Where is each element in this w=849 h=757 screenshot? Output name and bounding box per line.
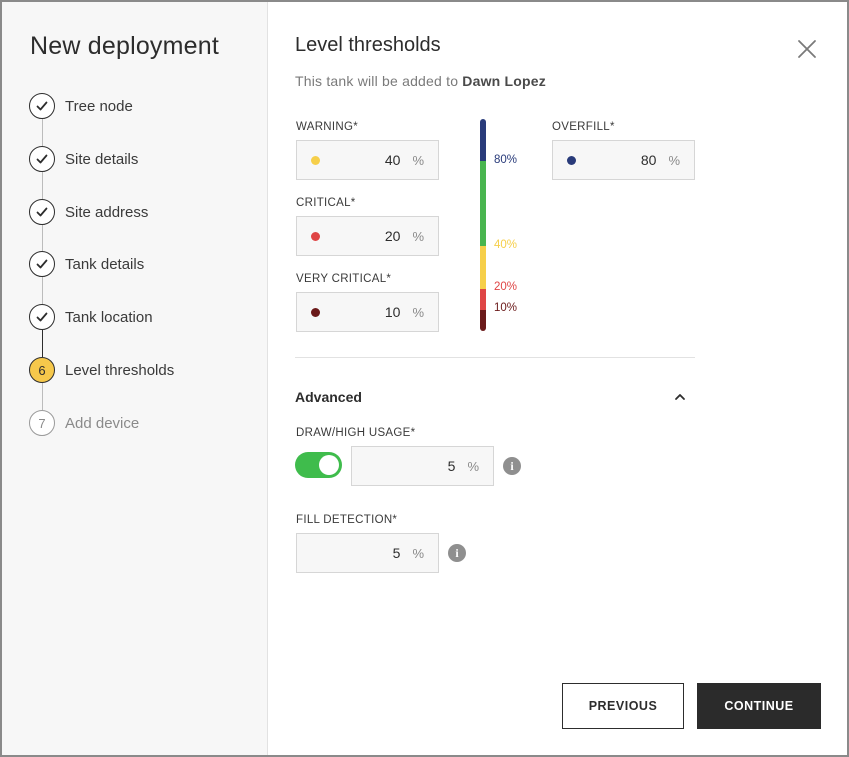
step-site-address[interactable]: Site address xyxy=(29,198,148,226)
overfill-label: OVERFILL* xyxy=(552,121,615,133)
advanced-section-title: Advanced xyxy=(295,389,362,405)
gauge-label-very-critical: 10% xyxy=(494,302,518,314)
step-tank-details[interactable]: Tank details xyxy=(29,250,144,278)
very-critical-dot xyxy=(311,307,320,317)
draw-high-usage-unit: % xyxy=(467,458,479,474)
gauge-segment-warning xyxy=(480,246,486,289)
close-icon xyxy=(798,40,816,58)
draw-high-usage-value: 5 xyxy=(447,458,456,474)
fill-detection-value: 5 xyxy=(392,545,401,561)
continue-button[interactable]: CONTINUE xyxy=(697,683,821,729)
chevron-up-icon xyxy=(675,394,685,400)
draw-high-usage-toggle[interactable] xyxy=(295,452,342,478)
step-label: Level thresholds xyxy=(65,361,175,379)
step-tree-node[interactable]: Tree node xyxy=(29,92,133,120)
previous-button[interactable]: PREVIOUS xyxy=(562,683,684,729)
step-connector xyxy=(42,383,43,410)
step-level-thresholds[interactable]: 6 Level thresholds xyxy=(29,356,174,384)
step-label: Tank location xyxy=(65,308,153,326)
subtitle-text: This tank will be added to xyxy=(295,73,459,89)
steps-sidebar: New deployment Tree node Site details Si… xyxy=(2,2,268,755)
warning-label: WARNING* xyxy=(296,121,359,133)
advanced-collapse-toggle[interactable] xyxy=(673,390,687,404)
sidebar-title: New deployment xyxy=(30,32,220,60)
warning-input[interactable]: 40 % xyxy=(296,140,439,180)
overfill-dot xyxy=(567,155,576,165)
warning-unit: % xyxy=(412,152,424,168)
step-connector xyxy=(42,277,43,304)
step-connector xyxy=(42,330,43,357)
overfill-value: 80 xyxy=(640,152,657,168)
step-label: Site details xyxy=(65,150,139,168)
overfill-unit: % xyxy=(668,152,680,168)
step-site-details[interactable]: Site details xyxy=(29,145,138,173)
step-label: Site address xyxy=(65,203,149,221)
check-icon xyxy=(29,251,55,277)
step-label: Tank details xyxy=(65,255,145,273)
subtitle-customer-name: Dawn Lopez xyxy=(462,73,546,89)
deployment-dialog: New deployment Tree node Site details Si… xyxy=(0,0,849,757)
draw-high-usage-label: DRAW/HIGH USAGE* xyxy=(296,427,416,439)
step-number: 6 xyxy=(29,357,55,383)
gauge-segment-critical xyxy=(480,288,486,310)
gauge-label-overfill: 80% xyxy=(494,154,518,166)
critical-input[interactable]: 20 % xyxy=(296,216,439,256)
section-divider xyxy=(295,357,695,358)
page-title: Level thresholds xyxy=(295,34,441,56)
info-icon[interactable]: i xyxy=(503,457,521,475)
check-icon xyxy=(29,93,55,119)
fill-detection-input[interactable]: 5 % xyxy=(296,533,439,573)
threshold-gauge xyxy=(480,119,486,331)
step-connector xyxy=(42,172,43,199)
step-tank-location[interactable]: Tank location xyxy=(29,303,153,331)
gauge-label-warning: 40% xyxy=(494,239,518,251)
step-connector xyxy=(42,119,43,146)
gauge-segment-overfill xyxy=(480,119,486,162)
check-icon xyxy=(29,146,55,172)
check-icon xyxy=(29,304,55,330)
very-critical-input[interactable]: 10 % xyxy=(296,292,439,332)
toggle-knob xyxy=(319,455,339,475)
gauge-segment-normal xyxy=(480,161,486,247)
gauge-segment-very-critical xyxy=(480,309,486,331)
very-critical-unit: % xyxy=(412,304,424,320)
page-subtitle: This tank will be added to Dawn Lopez xyxy=(295,73,546,89)
overfill-input[interactable]: 80 % xyxy=(552,140,695,180)
fill-detection-label: FILL DETECTION* xyxy=(296,514,398,526)
warning-dot xyxy=(311,155,320,165)
gauge-label-critical: 20% xyxy=(494,281,518,293)
step-connector xyxy=(42,225,43,251)
critical-unit: % xyxy=(412,228,424,244)
step-add-device: 7 Add device xyxy=(29,409,139,437)
step-label: Add device xyxy=(65,414,140,432)
check-icon xyxy=(29,199,55,225)
draw-high-usage-input[interactable]: 5 % xyxy=(351,446,494,486)
critical-value: 20 xyxy=(384,228,401,244)
warning-value: 40 xyxy=(384,152,401,168)
very-critical-value: 10 xyxy=(384,304,401,320)
info-icon[interactable]: i xyxy=(448,544,466,562)
step-number: 7 xyxy=(29,410,55,436)
critical-dot xyxy=(311,231,320,241)
fill-detection-unit: % xyxy=(412,545,424,561)
step-label: Tree node xyxy=(65,97,133,115)
critical-label: CRITICAL* xyxy=(296,197,356,209)
close-button[interactable] xyxy=(796,38,818,60)
very-critical-label: VERY CRITICAL* xyxy=(296,273,392,285)
